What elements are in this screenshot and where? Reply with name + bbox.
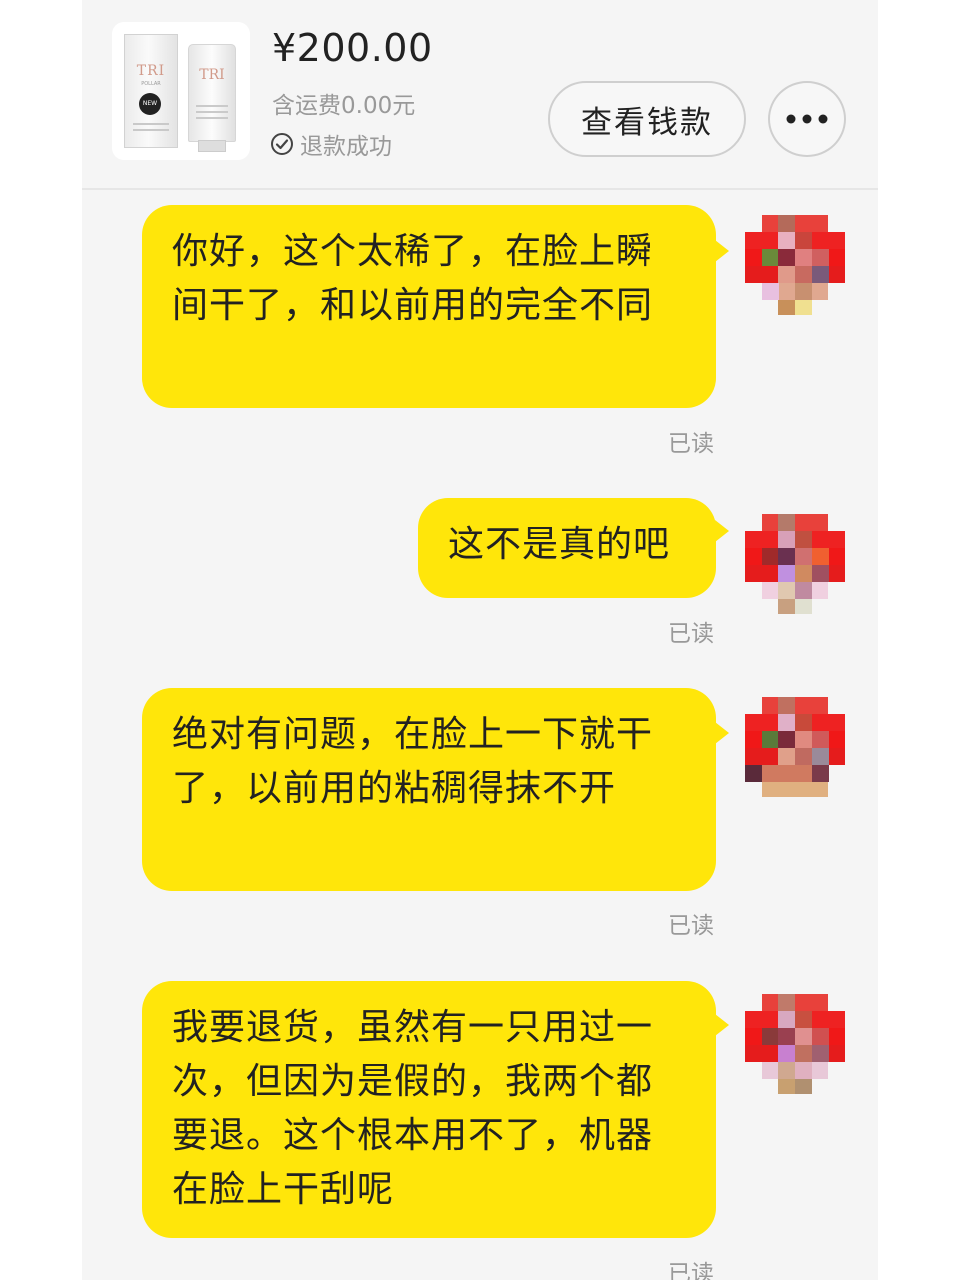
check-circle-icon xyxy=(271,133,293,155)
message-text: 这不是真的吧 xyxy=(448,524,671,565)
avatar-image xyxy=(745,994,845,1094)
message-text: 你好，这个太稀了，在脸上瞬间干了，和以前用的完全不同 xyxy=(172,231,654,326)
avatar[interactable] xyxy=(745,697,845,797)
bubble-tail xyxy=(715,722,729,744)
avatar-image xyxy=(745,215,845,315)
message-text: 我要退货，虽然有一只用过一次，但因为是假的，我两个都要退。这个根本用不了，机器在… xyxy=(172,1007,654,1210)
shipping-fee: 含运费0.00元 xyxy=(272,93,416,119)
product-thumbnail[interactable]: TRI POLLAR NEW TRI xyxy=(112,22,250,160)
more-button[interactable] xyxy=(768,81,846,157)
avatar[interactable] xyxy=(745,514,845,614)
read-receipt: 已读 xyxy=(668,431,714,457)
more-icon xyxy=(786,114,828,124)
message-bubble[interactable]: 我要退货，虽然有一只用过一次，但因为是假的，我两个都要退。这个根本用不了，机器在… xyxy=(142,981,716,1238)
message-bubble[interactable]: 绝对有问题，在脸上一下就干了，以前用的粘稠得抹不开 xyxy=(142,688,716,891)
refund-status: 退款成功 xyxy=(270,128,392,160)
read-receipt: 已读 xyxy=(668,1261,714,1280)
thumbnail-brand: TRI xyxy=(136,63,166,79)
avatar[interactable] xyxy=(745,215,845,315)
bubble-tail xyxy=(715,520,729,542)
view-money-button[interactable]: 查看钱款 xyxy=(548,81,746,157)
message-bubble[interactable]: 你好，这个太稀了，在脸上瞬间干了，和以前用的完全不同 xyxy=(142,205,716,408)
product-tube-image: TRI xyxy=(188,44,236,142)
order-price: ¥200.00 xyxy=(272,26,433,70)
header-divider xyxy=(82,188,878,190)
product-tube-cap xyxy=(198,140,226,152)
tube-brand: TRI xyxy=(199,67,225,83)
refund-status-text: 退款成功 xyxy=(300,134,392,160)
read-receipt: 已读 xyxy=(668,913,714,939)
message-text: 绝对有问题，在脸上一下就干了，以前用的粘稠得抹不开 xyxy=(172,714,654,809)
bubble-tail xyxy=(715,1014,729,1036)
thumbnail-badge: NEW xyxy=(139,93,161,115)
message-bubble[interactable]: 这不是真的吧 xyxy=(418,498,716,598)
avatar-image xyxy=(745,697,845,797)
product-box-image: TRI POLLAR NEW xyxy=(124,34,178,148)
chat-screen: TRI POLLAR NEW TRI ¥200.00 含运费0.00元 退款成功 xyxy=(82,0,878,1280)
order-header: TRI POLLAR NEW TRI ¥200.00 含运费0.00元 退款成功 xyxy=(82,0,878,188)
avatar[interactable] xyxy=(745,994,845,1094)
bubble-tail xyxy=(715,240,729,262)
thumbnail-sub: POLLAR xyxy=(141,81,161,87)
avatar-image xyxy=(745,514,845,614)
read-receipt: 已读 xyxy=(668,621,714,647)
